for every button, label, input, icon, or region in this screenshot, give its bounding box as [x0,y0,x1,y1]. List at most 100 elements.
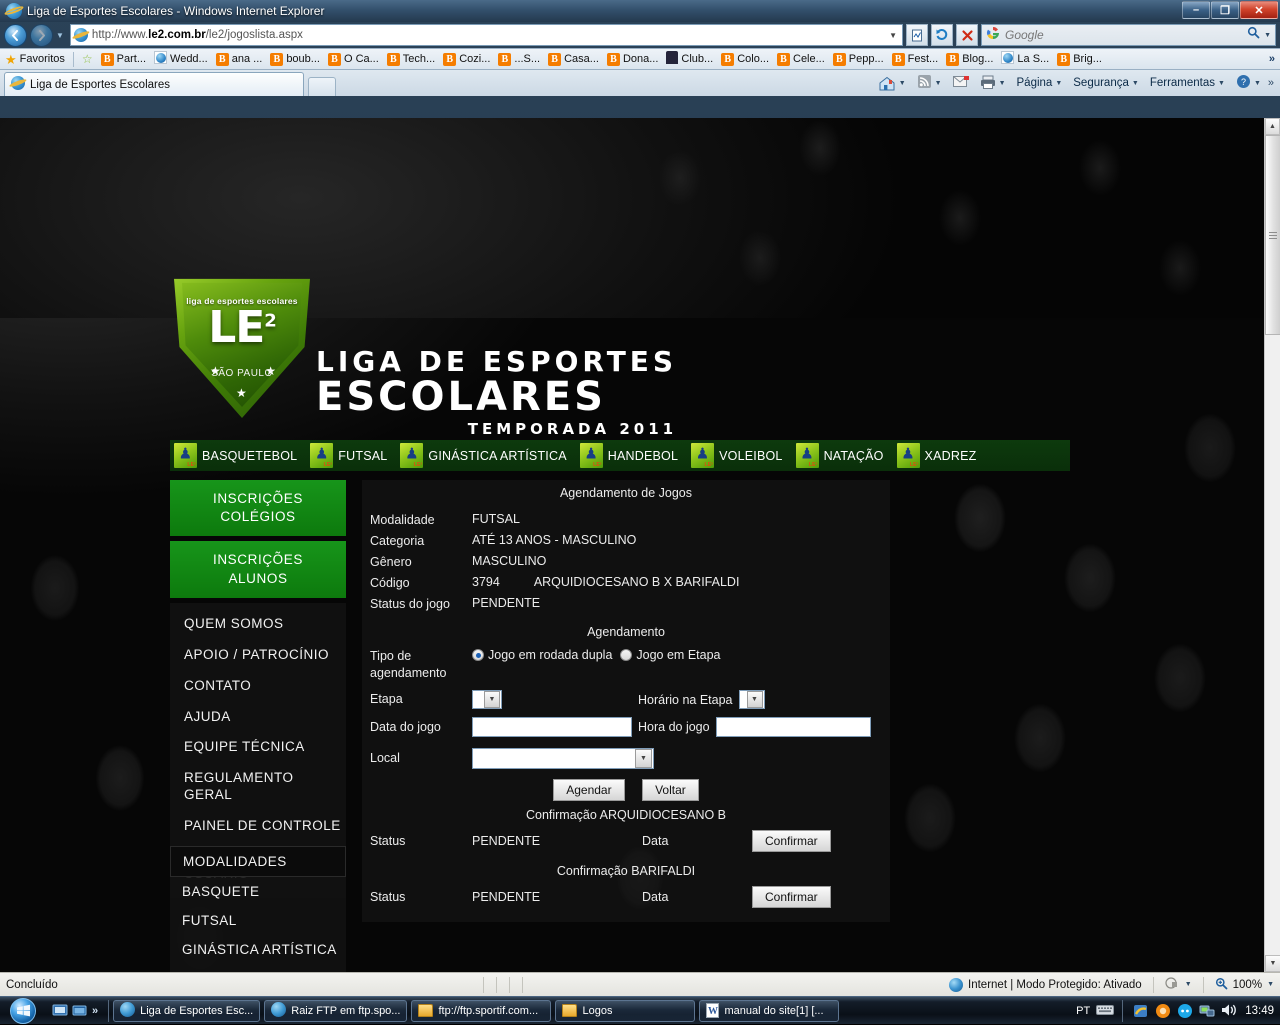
sidebar-cta-inscricoes-alunos[interactable]: INSCRIÇÕES ALUNOS [170,541,346,598]
bookmark-item[interactable]: B Fest... [889,52,942,66]
bookmark-item[interactable]: B ...S... [495,52,543,66]
print-caret[interactable]: ▼ [999,80,1006,87]
address-bar[interactable]: http://www.le2.com.br/le2/jogoslista.asp… [69,24,903,46]
feeds-button[interactable]: ▼ [913,74,946,92]
sports-nav-item-basquetebol[interactable]: ♟ LE² BASQUETEBOL [170,440,306,471]
sports-nav-item-voleibol[interactable]: ♟ LE² VOLEIBOL [687,440,791,471]
sidebar-item-apoio-patroc-nio[interactable]: APOIO / PATROCÍNIO [170,640,346,671]
stop-button[interactable] [956,24,978,46]
scrollbar-thumb[interactable] [1265,135,1280,335]
privacy-caret[interactable]: ▼ [1185,981,1192,988]
scroll-down-button[interactable]: ▼ [1265,955,1280,972]
favorites-button[interactable]: ★ Favoritos [2,53,68,66]
maximize-button[interactable]: ❐ [1211,1,1239,19]
modality-item-basquete[interactable]: BASQUETE [170,877,346,906]
feeds-caret[interactable]: ▼ [935,80,942,87]
sports-nav-item-futsal[interactable]: ♟ LE² FUTSAL [306,440,396,471]
sidebar-item-ajuda[interactable]: AJUDA [170,702,346,733]
modality-item-futsal[interactable]: FUTSAL [170,906,346,935]
modality-item-gin-stica-art-stica[interactable]: GINÁSTICA ARTÍSTICA [170,935,346,964]
scroll-up-button[interactable]: ▲ [1265,118,1280,135]
taskbar-button[interactable]: ftp://ftp.sportif.com... [411,999,552,1022]
bookmark-item[interactable]: BO Ca... [325,52,382,66]
switch-windows-icon[interactable] [72,1003,88,1019]
bookmark-item[interactable]: B Blog... [943,52,996,66]
local-select[interactable]: ▼ [472,748,654,770]
bookmark-item[interactable]: B Colo... [718,52,772,66]
quick-launch-chevron[interactable]: » [92,1005,98,1017]
zoom-icon[interactable] [1215,977,1228,993]
security-caret[interactable]: ▼ [1132,80,1139,87]
network-icon[interactable] [1199,1003,1215,1019]
sports-nav-item-gin-stica-art-stica[interactable]: ♟ LE² GINÁSTICA ARTÍSTICA [396,440,575,471]
back-button[interactable] [4,23,27,47]
voltar-button[interactable]: Voltar [642,779,699,802]
bookmark-item[interactable]: Wedd... [151,51,211,67]
search-icon[interactable] [1247,26,1260,44]
taskbar-button[interactable]: Raiz FTP em ftp.spo... [264,999,408,1022]
help-button[interactable]: ? ▼ [1232,74,1265,92]
sidebar-item-contato[interactable]: CONTATO [170,671,346,702]
sports-nav-item-nata-o[interactable]: ♟ LE² NATAÇÃO [792,440,893,471]
page-scrollbar-vertical[interactable]: ▲ ▼ [1264,118,1280,972]
media-player-icon[interactable] [1155,1003,1171,1019]
bookmark-item[interactable]: B Casa... [545,52,602,66]
address-dropdown-caret[interactable]: ▼ [889,31,899,40]
skype-icon[interactable] [1177,1003,1193,1019]
sidebar-item-quem-somos[interactable]: QUEM SOMOS [170,609,346,640]
taskbar-button[interactable]: Liga de Esportes Esc... [113,999,261,1022]
search-provider-caret[interactable]: ▼ [1264,32,1271,39]
bookmark-item[interactable]: Club... [663,51,716,67]
agendar-button[interactable]: Agendar [553,779,625,802]
bookmark-item[interactable]: B Cozi... [440,52,493,66]
forward-button[interactable] [30,23,53,47]
bookmark-item[interactable]: B Cele... [774,52,828,66]
bookmark-item[interactable]: Bboub... [267,52,323,66]
favorites-overflow-chevron[interactable]: » [1269,53,1278,65]
page-menu-button[interactable]: Página ▼ [1013,77,1067,89]
tools-menu-button[interactable]: Ferramentas ▼ [1146,77,1229,89]
horario-na-etapa-select[interactable]: ▼ [738,690,765,710]
security-menu-button[interactable]: Segurança ▼ [1069,77,1143,89]
site-logo-crest[interactable]: liga de esportes escolares LE2 ★ ★ SÃO P… [174,270,310,418]
keyboard-icon[interactable] [1096,1003,1115,1019]
sidebar-item-painel-de-controle[interactable]: PAINEL DE CONTROLE [170,811,346,842]
start-button[interactable] [0,997,46,1025]
bookmark-item[interactable]: B Part... [98,52,149,66]
page-caret[interactable]: ▼ [1055,80,1062,87]
close-button[interactable]: ✕ [1240,1,1278,19]
sports-nav-item-xadrez[interactable]: ♟ LE² XADREZ [893,440,986,471]
clock[interactable]: 13:49 [1243,1005,1274,1017]
radio-jogo-em-etapa[interactable] [620,649,633,662]
bookmark-item[interactable]: B Brig... [1054,52,1105,66]
command-overflow-chevron[interactable]: » [1268,77,1274,89]
home-caret[interactable]: ▼ [899,80,906,87]
refresh-button[interactable] [931,24,953,46]
read-mail-button[interactable] [949,75,973,91]
bookmark-item[interactable]: La S... [998,51,1052,67]
taskbar-button[interactable]: Wmanual do site[1] [... [699,999,840,1022]
modality-item-handebol[interactable]: HANDEBOL [170,964,346,972]
radio-jogo-em-rodada-dupla[interactable] [472,649,484,662]
sidebar-item-equipe-t-cnica[interactable]: EQUIPE TÉCNICA [170,732,346,763]
tab-liga-de-esportes-escolares[interactable]: Liga de Esportes Escolares [4,72,304,96]
confirmar-button-arquidiocesano[interactable]: Confirmar [752,830,831,853]
sidebar-item-regulamento-geral[interactable]: REGULAMENTO GERAL [170,763,346,811]
recent-pages-caret[interactable]: ▼ [56,31,64,40]
show-desktop-icon[interactable] [52,1003,68,1019]
tools-caret[interactable]: ▼ [1218,80,1225,87]
search-input[interactable]: Google ▼ [981,24,1276,46]
minimize-button[interactable]: – [1182,1,1210,19]
volume-icon[interactable] [1221,1003,1237,1019]
sidebar-cta-inscricoes-colegios[interactable]: INSCRIÇÕES COLÉGIOS [170,480,346,537]
bookmark-item[interactable]: B Tech... [384,52,438,66]
bookmark-item[interactable]: B Dona... [604,52,661,66]
bookmark-item[interactable]: B Pepp... [830,52,887,66]
privacy-icon[interactable] [1165,976,1180,993]
bookmark-item[interactable]: Bana ... [213,52,266,66]
help-caret[interactable]: ▼ [1254,80,1261,87]
security-zone[interactable]: Internet | Modo Protegido: Ativado ▼ 100… [949,976,1280,993]
print-button[interactable]: ▼ [976,75,1010,92]
zoom-level[interactable]: 100% [1233,979,1262,991]
compatibility-view-button[interactable] [906,24,928,46]
